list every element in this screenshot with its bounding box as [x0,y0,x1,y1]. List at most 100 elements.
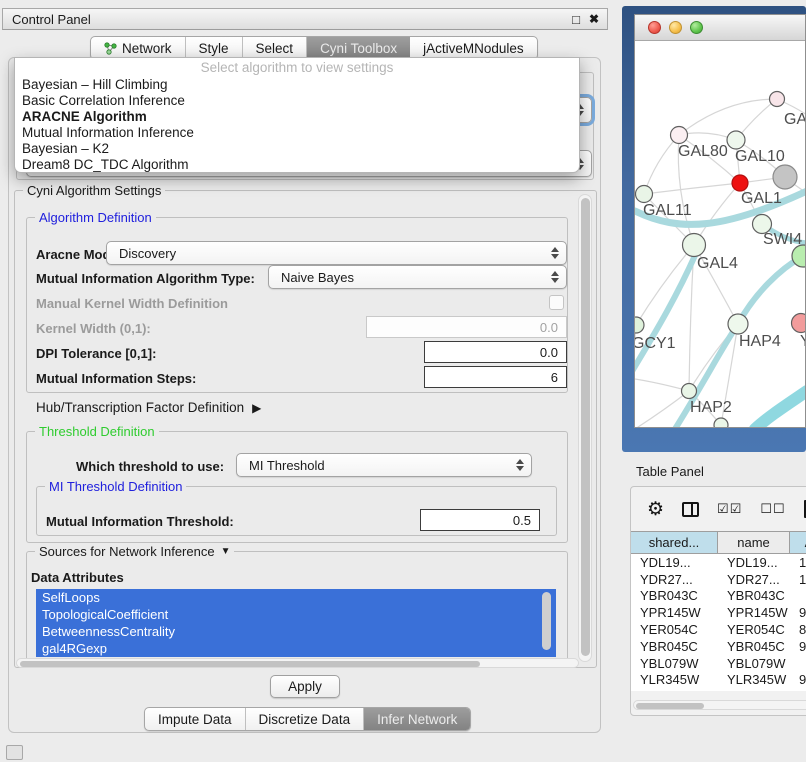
table-header-row: shared... name A [631,531,806,554]
table-hscrollbar[interactable] [633,700,806,710]
dpi-tolerance-field[interactable]: 0.0 [424,341,567,363]
dropdown-item[interactable]: Bayesian – K2 [15,141,579,157]
dropdown-item[interactable]: Bayesian – Hill Climbing [15,77,579,93]
node-gal10[interactable] [727,131,745,149]
close-window-icon[interactable] [648,21,661,34]
combo-spinner-icon [546,247,566,259]
control-panel-title: Control Panel [3,12,91,27]
node-label: GAL80 [678,143,728,160]
kernel-width-label: Kernel Width (0,1): [36,321,151,336]
table-row[interactable]: YBR045CYBR045C9. [631,638,806,655]
data-attributes-label: Data Attributes [31,570,124,585]
node-label: HAP2 [690,399,732,416]
minimize-window-icon[interactable] [669,21,682,34]
tab-jactivemnodules[interactable]: jActiveMNodules [410,37,537,59]
expander-right-icon: ▶ [252,401,261,415]
grip-widget[interactable] [6,745,23,760]
dropdown-item[interactable]: Dream8 DC_TDC Algorithm [15,157,579,173]
node-label: HAP4 [739,333,781,350]
dropdown-item-selected[interactable]: ARACNE Algorithm [15,109,579,125]
table-body[interactable]: YDL19...YDL19...13 YDR27...YDR27...12 YB… [631,554,806,691]
combo-spinner-icon [511,459,531,471]
which-threshold-label: Which threshold to use: [76,459,224,474]
node-gray[interactable] [773,165,797,189]
table-row[interactable]: YBL079WYBL079W [631,655,806,672]
column-header-sharedname[interactable]: shared... [631,532,718,553]
select-all-checkboxes-icon[interactable]: ☑☑ [717,501,742,517]
dropdown-item[interactable]: Mutual Information Inference [15,125,579,141]
node-label: GAL10 [735,148,785,165]
node-gal80[interactable] [671,127,688,144]
gear-icon[interactable]: ⚙ [647,498,664,521]
sources-group-title[interactable]: Sources for Network Inference ▼ [35,544,234,559]
kernel-width-field[interactable]: 0.0 [366,316,567,338]
manual-kernel-label: Manual Kernel Width Definition [36,296,228,311]
close-panel-icon[interactable]: ✖ [589,12,599,26]
attribute-item-selected[interactable]: TopologicalCoefficient [36,606,556,623]
node-gcy1[interactable] [635,317,644,333]
tab-discretize-data[interactable]: Discretize Data [246,708,365,730]
node-hap4[interactable] [728,314,748,334]
float-panel-icon[interactable]: □ [572,12,580,27]
data-attributes-list[interactable]: SelfLoops TopologicalCoefficient Between… [36,589,556,657]
dropdown-placeholder: Select algorithm to view settings [15,58,579,77]
attribute-item-selected[interactable]: SelfLoops [36,589,556,606]
attribute-item-selected[interactable]: BetweennessCentrality [36,623,556,640]
manual-kernel-checkbox[interactable] [549,295,564,310]
mi-steps-field[interactable]: 6 [424,366,567,388]
node-salmon[interactable] [792,314,806,333]
node-gal-top[interactable] [770,92,785,107]
node-hap2[interactable] [682,384,697,399]
table-panel-title: Table Panel [636,464,704,479]
columns-icon[interactable] [682,502,699,517]
node-label: SWI4 [763,231,802,248]
tab-impute-data[interactable]: Impute Data [145,708,246,730]
node-gal4[interactable] [683,234,706,257]
tab-style[interactable]: Style [186,37,243,59]
table-row[interactable]: YIL052CYIL052C9 [631,688,806,691]
algorithm-dropdown-popup: Select algorithm to view settings Bayesi… [14,57,580,173]
tab-cyni-toolbox[interactable]: Cyni Toolbox [307,37,410,59]
which-threshold-combo[interactable]: MI Threshold [236,453,532,477]
column-header-name[interactable]: name [718,532,790,553]
apply-button[interactable]: Apply [270,675,340,698]
table-row[interactable]: YBR043CYBR043C [631,588,806,605]
attributes-vscrollbar[interactable] [542,592,551,650]
combo-spinner-icon [546,271,566,283]
node-label: GAL11 [643,202,692,219]
zoom-window-icon[interactable] [690,21,703,34]
mi-threshold-group-title: MI Threshold Definition [45,479,186,494]
deselect-all-checkboxes-icon[interactable]: ☐☐ [760,501,785,517]
node-bottom[interactable] [714,418,728,428]
table-row[interactable]: YER054CYER054C8. [631,621,806,638]
settings-hscrollbar[interactable] [16,658,579,668]
column-header-a[interactable]: A [790,532,806,553]
table-row[interactable]: YPR145WYPR145W9. [631,604,806,621]
table-row[interactable]: YDR27...YDR27...12 [631,571,806,588]
control-panel-titlebar: Control Panel □ ✖ [2,8,608,30]
tab-infer-network[interactable]: Infer Network [364,708,470,730]
node-label: Y [800,333,806,350]
tab-network[interactable]: Network [91,37,186,59]
network-window-titlebar [635,15,805,41]
table-toolbar: ⚙ ☑☑ ☐☐ [631,487,806,531]
table-panel: ⚙ ☑☑ ☐☐ shared... name A YDL19...YDL19..… [630,486,806,716]
settings-vscrollbar[interactable] [578,194,592,662]
node-label: GAL [784,111,806,128]
mi-type-combo[interactable]: Naive Bayes [268,265,567,289]
table-row[interactable]: YDL19...YDL19...13 [631,554,806,571]
screen: Control Panel □ ✖ Network Style Select C… [0,0,806,762]
algorithm-definition-title: Algorithm Definition [35,210,156,225]
node-gal1[interactable] [732,175,748,191]
table-row[interactable]: YLR345WYLR345W9. [631,672,806,689]
dropdown-item[interactable]: Basic Correlation Inference [15,93,579,109]
network-canvas[interactable]: GAL GAL80 GAL10 GAL1 GAL11 SWI4 GAL4 GCY… [635,41,806,428]
attribute-item-selected[interactable]: gal4RGexp [36,640,556,657]
tab-select[interactable]: Select [243,37,308,59]
mi-threshold-label: Mutual Information Threshold: [46,514,234,529]
aracne-mode-combo[interactable]: Discovery [106,241,567,265]
node-label: GAL4 [697,255,738,272]
mi-threshold-field[interactable]: 0.5 [420,509,540,531]
hub-definition-expander[interactable]: Hub/Transcription Factor Definition ▶ [36,400,261,415]
node-gal11[interactable] [636,186,653,203]
